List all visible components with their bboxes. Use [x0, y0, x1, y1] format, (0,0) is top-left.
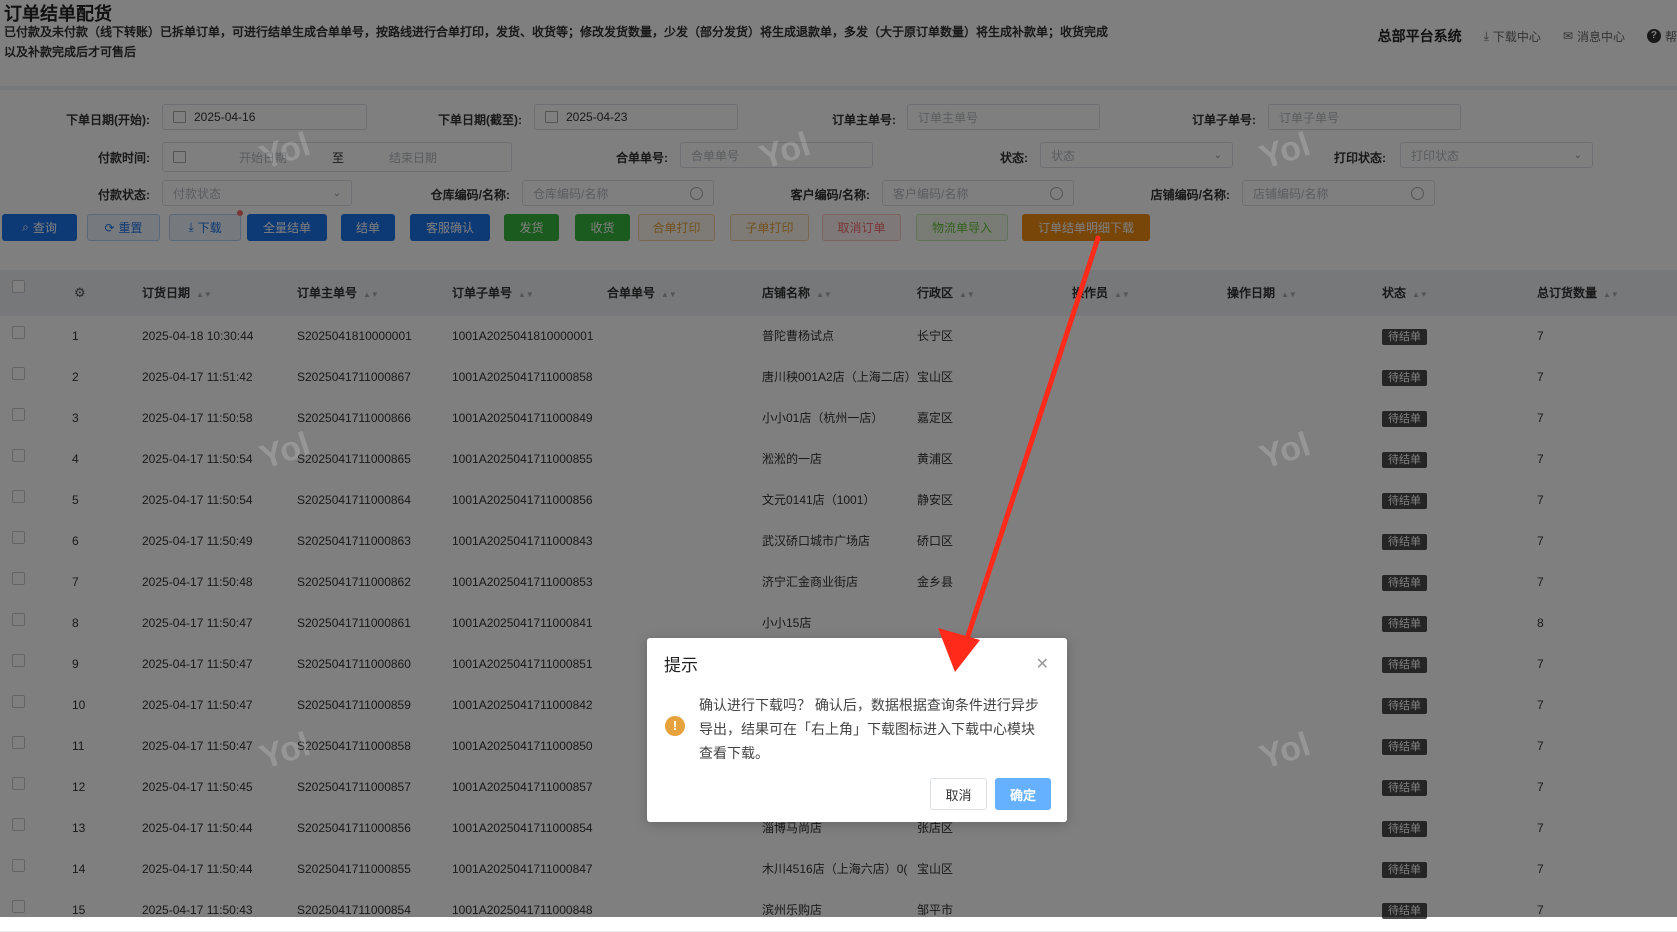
warning-icon: ! [665, 716, 685, 736]
watermark: Yol [255, 725, 315, 777]
dialog-message: 确认进行下载吗？ 确认后，数据根据查询条件进行异步导出，结果可在「右上角」下载图… [699, 697, 1039, 761]
watermark: Yol [1255, 425, 1315, 477]
watermark: Yol [755, 125, 815, 177]
watermark: Yol [255, 425, 315, 477]
confirm-dialog: 提示 ✕ ! 确认进行下载吗？ 确认后，数据根据查询条件进行异步导出，结果可在「… [647, 638, 1067, 822]
dialog-title: 提示 [664, 656, 698, 675]
watermark: Yol [1255, 725, 1315, 777]
watermark: Yol [1255, 125, 1315, 177]
watermark: Yol [255, 125, 315, 177]
dialog-cancel-button[interactable]: 取消 [930, 778, 987, 810]
dialog-confirm-button[interactable]: 确定 [995, 778, 1051, 810]
close-icon[interactable]: ✕ [1036, 654, 1049, 674]
